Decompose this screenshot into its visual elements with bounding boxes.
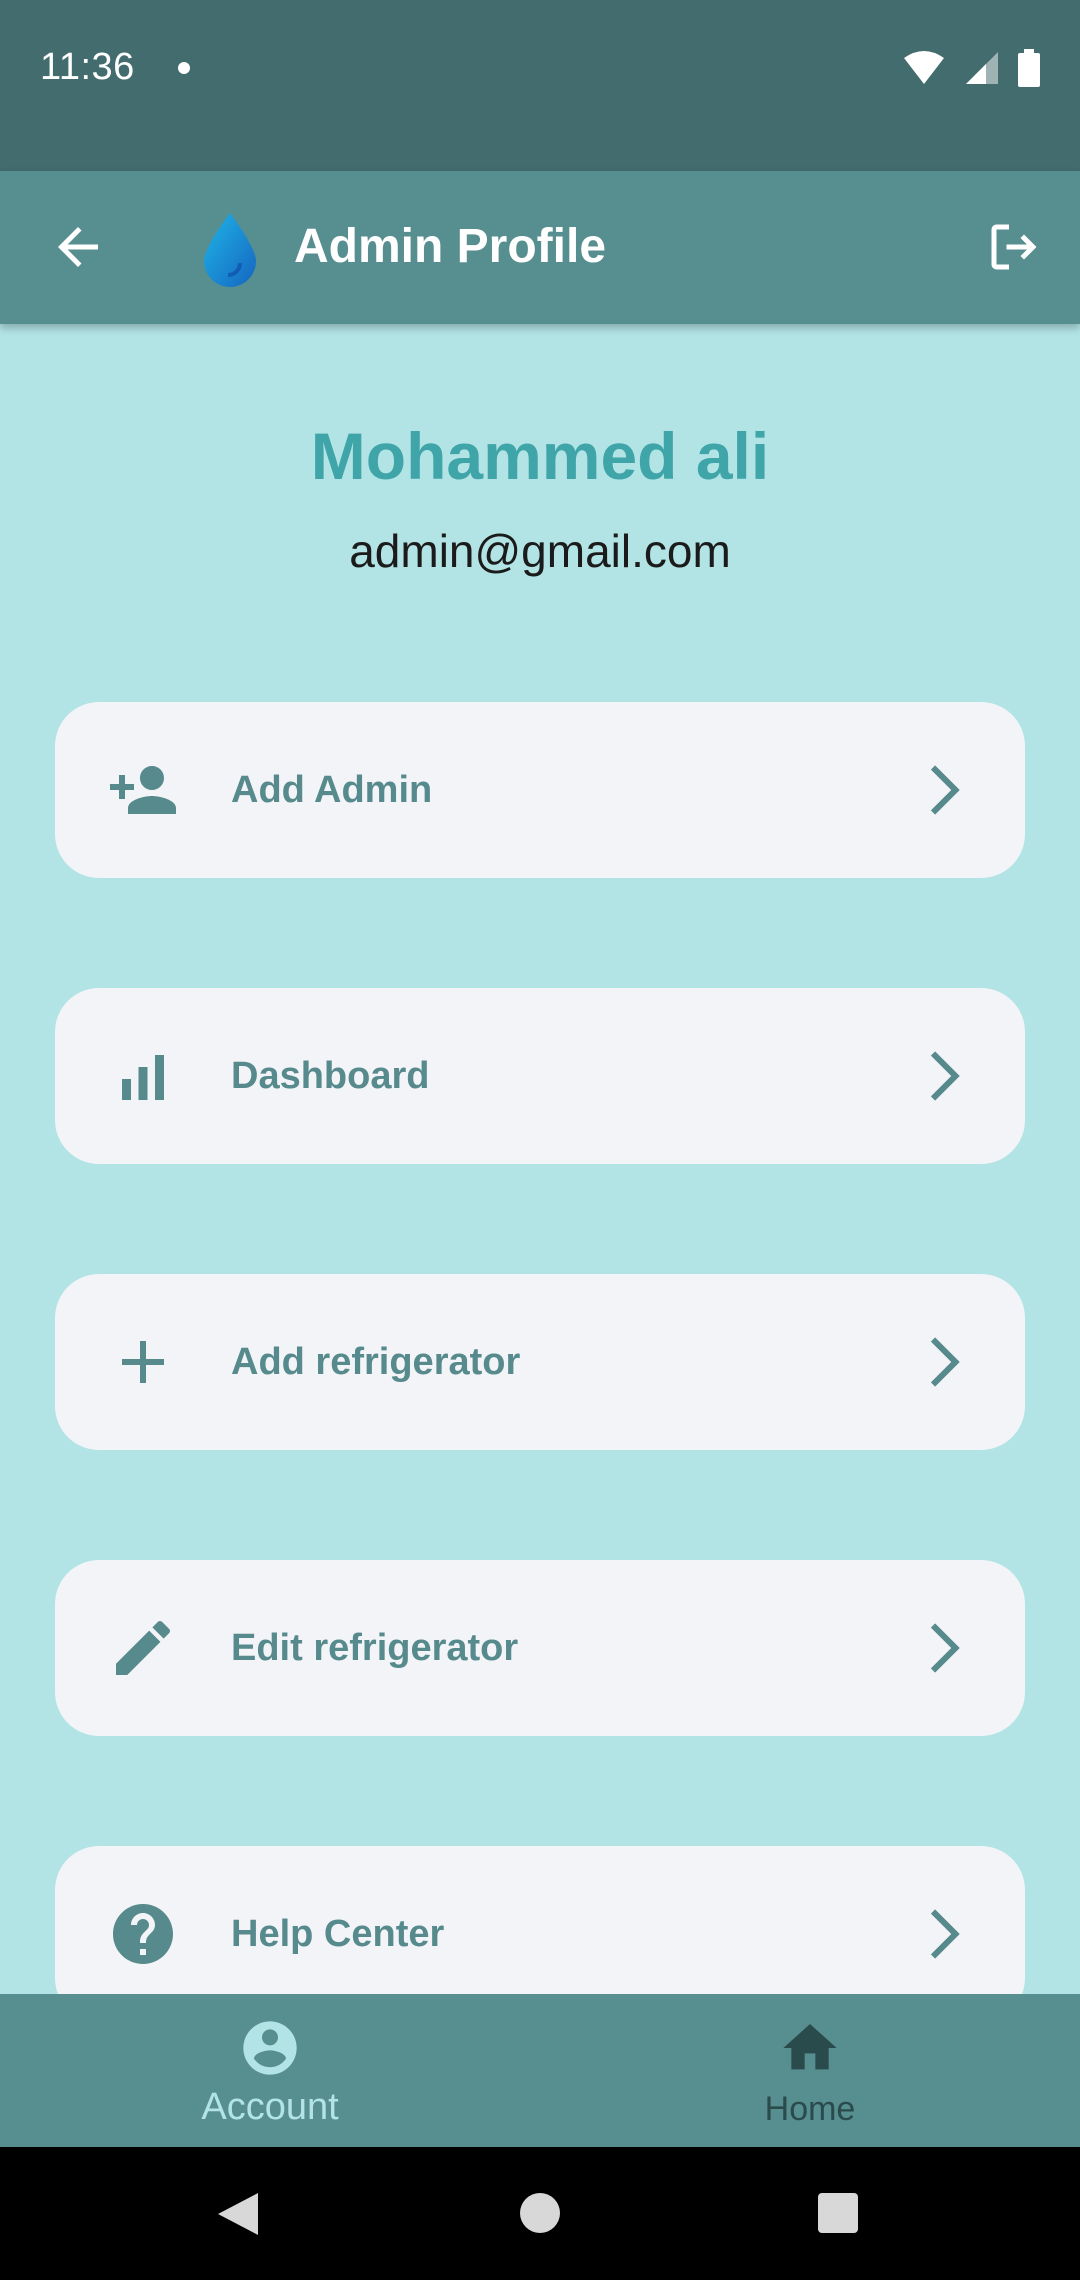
menu-item-label: Help Center [231,1913,445,1955]
plus-icon [122,1341,164,1383]
logout-icon[interactable] [984,217,1044,277]
chevron-right-icon [930,1909,960,1959]
profile-content: Mohammed ali admin@gmail.com Add Admin D… [0,324,1080,1994]
status-bar: 11:36 [0,0,1080,171]
menu-item-edit-refrigerator[interactable]: Edit refrigerator [55,1560,1025,1736]
menu-item-label: Dashboard [231,1055,430,1097]
nav-item-account[interactable]: Account [0,1994,540,2147]
system-recents-icon[interactable] [818,2193,858,2233]
menu-item-add-refrigerator[interactable]: Add refrigerator [55,1274,1025,1450]
menu-item-add-admin[interactable]: Add Admin [55,702,1025,878]
profile-email: admin@gmail.com [349,525,731,577]
nav-label-account: Account [201,2086,339,2128]
pencil-icon [116,1620,171,1675]
nav-label-home: Home [764,2090,856,2128]
chevron-right-icon [930,765,960,815]
signal-icon [966,52,998,84]
bar-chart-icon [122,1055,164,1100]
chevron-right-icon [930,1337,960,1387]
menu-item-label: Add refrigerator [231,1341,521,1383]
notification-dot-icon [178,62,190,74]
chevron-right-icon [930,1623,960,1673]
profile-name: Mohammed ali [310,419,770,493]
menu-item-dashboard[interactable]: Dashboard [55,988,1025,1164]
chevron-right-icon [930,1051,960,1101]
nav-item-home[interactable]: Home [540,1994,1080,2147]
app-bar: Admin Profile [0,171,1080,324]
menu-item-help-center[interactable]: Help Center [55,1846,1025,1994]
home-icon [783,2024,837,2070]
status-icons [902,48,1040,88]
bottom-nav: Account Home [0,1994,1080,2147]
system-back-icon[interactable] [216,2191,260,2237]
account-circle-icon [243,2021,297,2075]
system-home-icon[interactable] [520,2193,560,2233]
status-time: 11:36 [40,46,135,88]
person-add-icon [110,766,176,814]
wifi-icon [904,51,944,84]
page-title: Admin Profile [294,220,607,273]
battery-icon [1018,49,1040,87]
help-icon [113,1904,173,1964]
menu-item-label: Edit refrigerator [231,1627,519,1669]
water-drop-logo-icon [204,213,256,287]
menu-item-label: Add Admin [231,769,433,811]
back-arrow-icon[interactable] [48,217,108,277]
system-nav-bar [0,2147,1080,2280]
